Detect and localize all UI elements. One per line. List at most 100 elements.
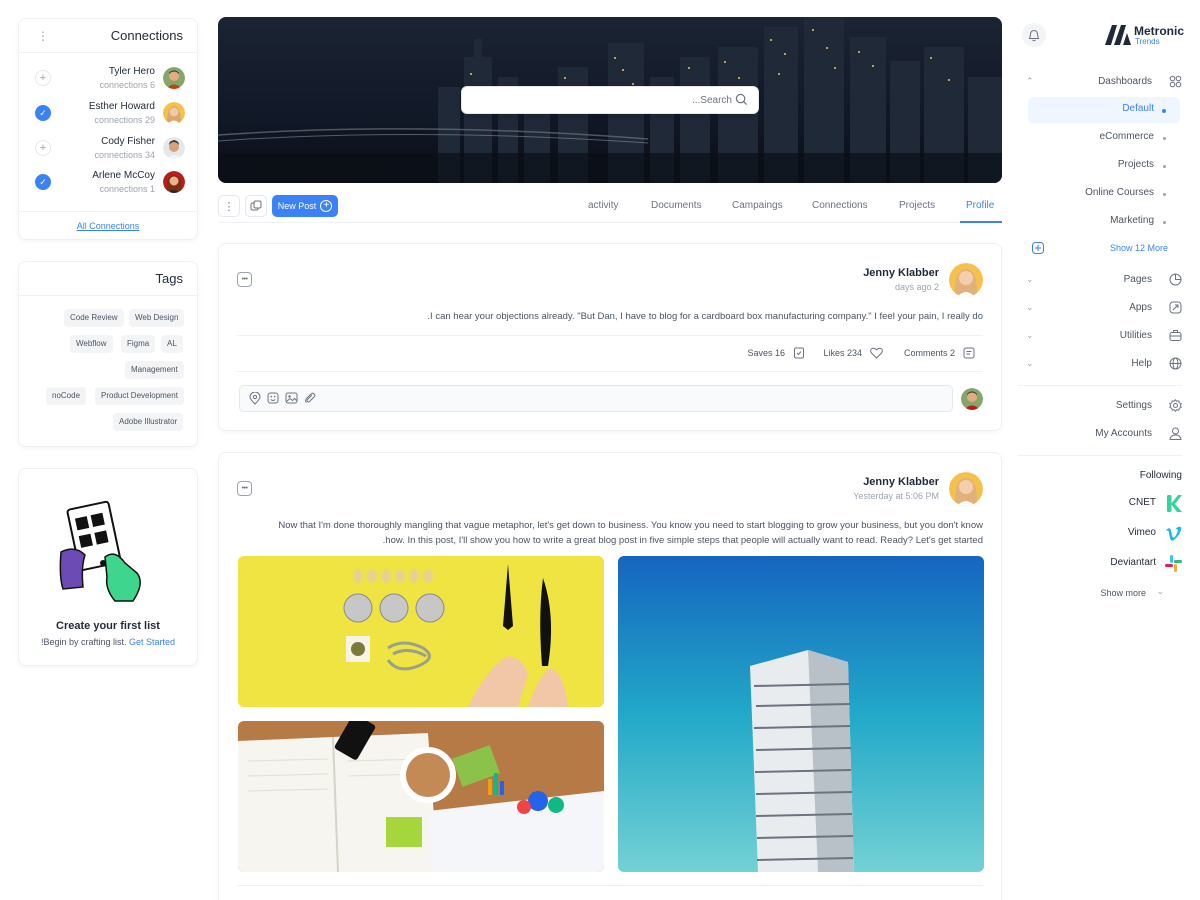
post-image[interactable]	[238, 721, 604, 872]
tab-projects[interactable]: Projects	[899, 200, 935, 211]
connection-count: connections 6	[99, 80, 155, 90]
more-vertical-icon[interactable]: ⋮	[37, 30, 49, 42]
add-connection-button[interactable]: +	[35, 70, 51, 86]
comment-input[interactable]	[239, 385, 953, 412]
following-item[interactable]: Deviantart	[1018, 553, 1182, 575]
location-icon[interactable]	[249, 391, 261, 408]
attachment-icon[interactable]	[304, 392, 316, 407]
nav-show-more[interactable]: Show 12 More	[1018, 236, 1182, 262]
post-time: Yesterday at 5:06 PM	[853, 491, 939, 501]
pie-icon	[1169, 273, 1182, 289]
user-icon	[1169, 427, 1182, 443]
chevron-down-icon: ⌄	[1026, 330, 1034, 340]
connected-check-button[interactable]: ✓	[35, 174, 51, 190]
chevron-down-icon: ⌄	[1026, 274, 1034, 284]
search-input[interactable]	[470, 87, 732, 113]
connection-name[interactable]: Arlene McCoy	[92, 170, 155, 181]
connection-item: + Cody Fisher connections 34	[19, 134, 199, 164]
following-show-more[interactable]: Show more ⌄	[1018, 583, 1182, 605]
nav-sub-online-courses[interactable]: Online Courses	[1028, 181, 1180, 207]
author-avatar	[949, 472, 983, 506]
nav-sub-default[interactable]: Default	[1028, 97, 1180, 123]
add-connection-button[interactable]: +	[35, 140, 51, 156]
tab-connections[interactable]: Connections	[812, 200, 868, 211]
get-started-link[interactable]: Get Started	[129, 637, 175, 647]
following-name: CNET	[1128, 497, 1156, 508]
bullet	[1163, 221, 1166, 224]
post-more-button[interactable]: •••	[237, 481, 252, 496]
connection-count: connections 29	[94, 115, 155, 125]
tag-chip[interactable]: AL	[161, 335, 183, 353]
nav-pages[interactable]: ⌄ Pages	[1018, 268, 1182, 294]
copy-button[interactable]	[245, 195, 267, 217]
tag-chip[interactable]: Code Review	[64, 309, 124, 327]
bookmark-icon	[794, 347, 804, 359]
tab-campaings[interactable]: Campaings	[732, 200, 783, 211]
dashboard-icon	[1169, 75, 1182, 91]
search-bar	[461, 86, 759, 114]
post-card: ••• Jenny Klabber Yesterday at 5:06 PM N…	[218, 452, 1002, 900]
post-body: .I can hear your objections already. "Bu…	[427, 311, 983, 322]
nav-sub-marketing[interactable]: Marketing	[1028, 209, 1180, 235]
chevron-down-icon: ⌄	[1026, 302, 1034, 312]
more-options-button[interactable]: ⋮	[218, 195, 240, 217]
nav-utilities[interactable]: ⌄ Utilities	[1018, 324, 1182, 350]
gear-icon	[1169, 399, 1182, 415]
new-post-button[interactable]: New Post +	[272, 195, 338, 217]
tag-chip[interactable]: Management	[125, 361, 184, 379]
tag-chip[interactable]: Web Design	[129, 309, 185, 327]
tab-profile[interactable]: Profile	[966, 200, 994, 211]
search-icon[interactable]	[735, 93, 748, 109]
likes-button[interactable]: Likes 234	[823, 347, 883, 359]
post-more-button[interactable]: •••	[237, 272, 252, 287]
tab-activity[interactable]: activity	[588, 200, 619, 211]
connections-header: ⋮ Connections	[19, 19, 197, 53]
nav-label: Apps	[1129, 302, 1152, 313]
nav-label: Online Courses	[1085, 187, 1154, 198]
following-item[interactable]: Vimeo	[1018, 523, 1182, 545]
nav-sub-ecommerce[interactable]: eCommerce	[1028, 125, 1180, 151]
tag-chip[interactable]: Figma	[121, 335, 156, 353]
following-item[interactable]: CNET	[1018, 493, 1182, 515]
nav-my-accounts[interactable]: My Accounts	[1018, 422, 1182, 448]
tab-documents[interactable]: Documents	[651, 200, 702, 211]
nav-label: eCommerce	[1099, 131, 1154, 142]
tags-card: Tags Code Review Web Design Webflow Figm…	[18, 261, 198, 447]
nav-sub-projects[interactable]: Projects	[1028, 153, 1180, 179]
connection-name[interactable]: Cody Fisher	[101, 136, 155, 147]
emoji-icon[interactable]	[267, 392, 279, 407]
create-list-description: !Begin by crafting list.	[40, 637, 127, 647]
metronic-logo-icon	[1105, 25, 1131, 45]
nav-label: Settings	[1115, 400, 1152, 411]
nav-settings[interactable]: Settings	[1018, 394, 1182, 420]
tag-chip[interactable]: Product Development	[95, 387, 184, 405]
chevron-up-icon: ⌃	[1026, 76, 1034, 86]
connection-count: connections 34	[94, 150, 155, 160]
create-list-text: !Begin by crafting list. Get Started	[19, 637, 197, 647]
all-connections-link[interactable]: All Connections	[77, 221, 140, 231]
connected-check-button[interactable]: ✓	[35, 105, 51, 121]
nav-dashboards[interactable]: ⌃ Dashboards	[1018, 70, 1182, 96]
post-image[interactable]	[238, 556, 604, 707]
following-name: Vimeo	[1127, 527, 1156, 538]
post-author[interactable]: Jenny Klabber	[863, 267, 939, 279]
nav-help[interactable]: ⌄ Help	[1018, 352, 1182, 378]
notifications-button[interactable]	[1022, 23, 1046, 47]
more-vertical-icon: ⋮	[223, 200, 235, 213]
tag-chip[interactable]: Adobe Illustrator	[113, 413, 184, 431]
connections-card: ⋮ Connections + Tyler Hero connections 6…	[18, 18, 198, 240]
connection-name[interactable]: Esther Howard	[89, 101, 155, 112]
tag-chip[interactable]: Webflow	[70, 335, 113, 353]
nav-apps[interactable]: ⌄ Apps	[1018, 296, 1182, 322]
connection-name[interactable]: Tyler Hero	[109, 66, 155, 77]
connection-item: + Tyler Hero connections 6	[19, 64, 199, 94]
apps-icon	[1169, 301, 1182, 317]
image-icon[interactable]	[285, 392, 298, 407]
post-image[interactable]	[618, 556, 984, 872]
tag-chip[interactable]: noCode	[46, 387, 87, 405]
avatar	[163, 171, 185, 193]
post-author[interactable]: Jenny Klabber	[863, 476, 939, 488]
bullet	[1163, 165, 1166, 168]
saves-button[interactable]: Saves 16	[747, 347, 805, 359]
comments-button[interactable]: Comments 2	[904, 347, 975, 359]
